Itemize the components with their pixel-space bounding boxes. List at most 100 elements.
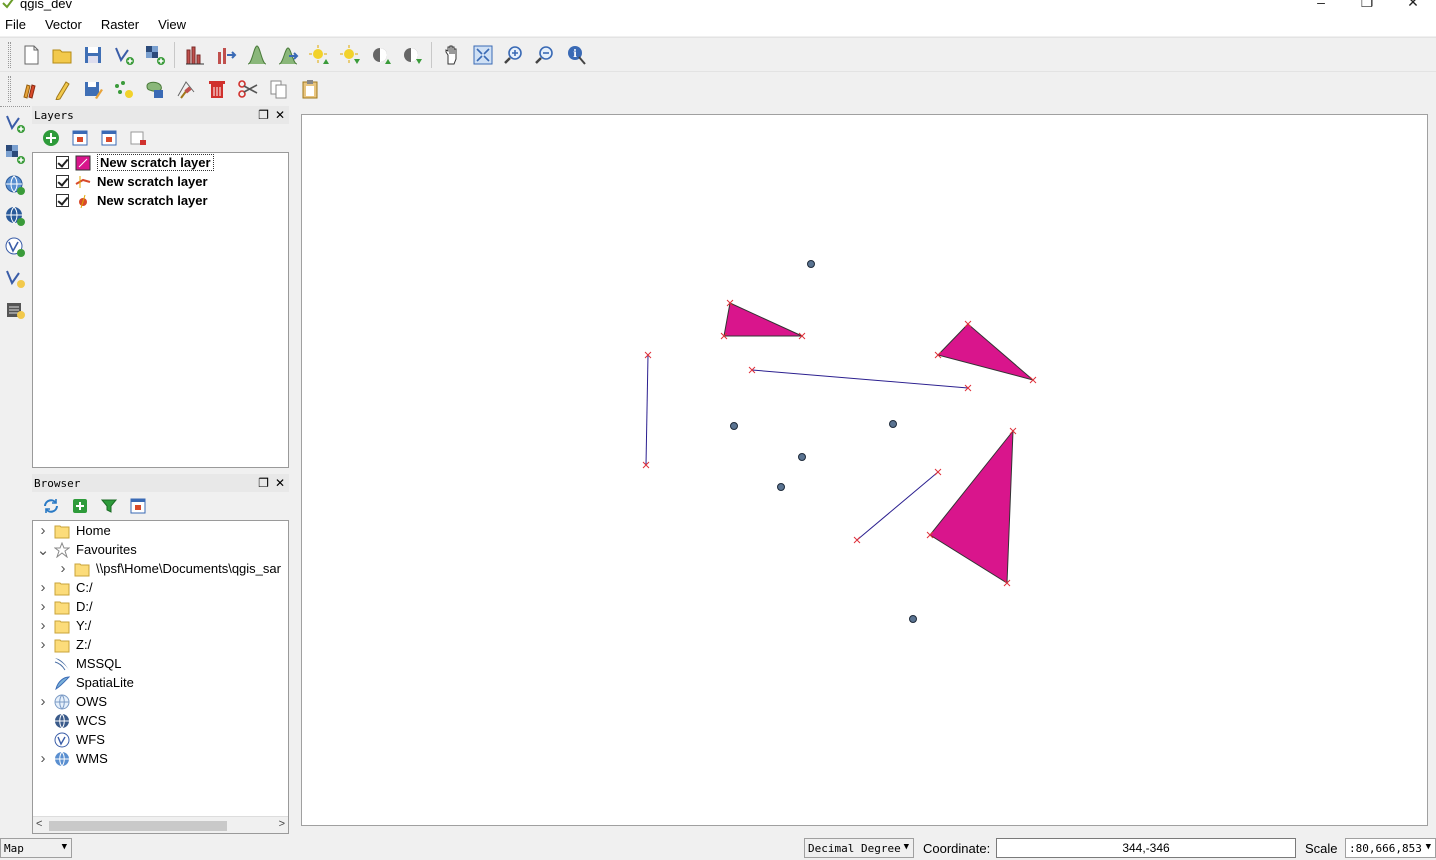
- open-project-button[interactable]: [46, 41, 77, 69]
- horizontal-scrollbar[interactable]: < >: [33, 816, 288, 833]
- layer-visibility-checkbox[interactable]: [56, 194, 69, 207]
- add-vector-layer-button[interactable]: [108, 41, 139, 69]
- chevron-right-icon[interactable]: ›: [35, 522, 51, 539]
- point-feature[interactable]: [798, 453, 806, 461]
- chevron-right-icon[interactable]: ›: [35, 598, 51, 615]
- zoom-in-button[interactable]: [498, 41, 529, 69]
- chevron-right-icon[interactable]: ›: [55, 560, 71, 577]
- contrast-up-button[interactable]: [365, 41, 396, 69]
- float-icon[interactable]: ❐: [258, 108, 269, 122]
- refresh-button[interactable]: [36, 494, 65, 518]
- pan-button[interactable]: [436, 41, 467, 69]
- browser-item[interactable]: › WMS: [33, 749, 288, 768]
- add-delimited-text-button[interactable]: [0, 293, 30, 324]
- save-project-button[interactable]: [77, 41, 108, 69]
- map-svg[interactable]: [302, 115, 1427, 825]
- close-icon[interactable]: ✕: [275, 108, 285, 122]
- layer-visibility-checkbox[interactable]: [56, 156, 69, 169]
- minimize-button[interactable]: –: [1298, 0, 1344, 11]
- browser-item[interactable]: › Home: [33, 521, 288, 540]
- collapse-all-button[interactable]: [94, 126, 123, 150]
- coordinate-format-select[interactable]: Decimal Degree ▼: [804, 838, 914, 858]
- chevron-right-icon[interactable]: ›: [35, 617, 51, 634]
- close-icon[interactable]: ✕: [275, 476, 285, 490]
- browser-item[interactable]: MSSQL: [33, 654, 288, 673]
- layer-item[interactable]: New scratch layer: [33, 172, 288, 191]
- point-feature[interactable]: [909, 615, 917, 623]
- add-selected-layers-button[interactable]: [65, 494, 94, 518]
- layer-visibility-checkbox[interactable]: [56, 175, 69, 188]
- histogram-button-4[interactable]: [272, 41, 303, 69]
- polygon-feature[interactable]: [723, 302, 803, 337]
- paste-features-button[interactable]: [294, 75, 325, 103]
- browser-item[interactable]: › Y:/: [33, 616, 288, 635]
- browser-item[interactable]: › D:/: [33, 597, 288, 616]
- coordinate-field[interactable]: 344,-346: [996, 838, 1296, 858]
- scrollbar-thumb[interactable]: [49, 821, 227, 831]
- menu-file[interactable]: File: [5, 17, 26, 32]
- browser-item[interactable]: › Z:/: [33, 635, 288, 654]
- contrast-down-button[interactable]: [396, 41, 427, 69]
- delete-selected-button[interactable]: [201, 75, 232, 103]
- node-tool-button[interactable]: [170, 75, 201, 103]
- polygon-feature[interactable]: [937, 323, 1034, 381]
- add-raster-layer-side-button[interactable]: [0, 138, 30, 169]
- add-vector-layer-side-button[interactable]: [0, 107, 30, 138]
- line-feature[interactable]: [856, 471, 939, 541]
- histogram-button-3[interactable]: [241, 41, 272, 69]
- add-wfs-layer-button[interactable]: [0, 231, 30, 262]
- chevron-down-icon[interactable]: ⌄: [35, 541, 51, 559]
- menu-vector[interactable]: Vector: [45, 17, 82, 32]
- toolbar-grip[interactable]: [8, 75, 11, 102]
- zoom-out-button[interactable]: [529, 41, 560, 69]
- histogram-button-1[interactable]: [179, 41, 210, 69]
- add-wcs-layer-button[interactable]: [0, 200, 30, 231]
- scale-select[interactable]: :80,666,853 ▼: [1345, 838, 1436, 858]
- browser-item[interactable]: SpatiaLite: [33, 673, 288, 692]
- brightness-up-button[interactable]: [303, 41, 334, 69]
- add-raster-layer-button[interactable]: [139, 41, 170, 69]
- point-feature[interactable]: [889, 420, 897, 428]
- expand-all-button[interactable]: [65, 126, 94, 150]
- toolbar-grip[interactable]: [8, 41, 11, 68]
- scroll-left-icon[interactable]: <: [36, 818, 42, 830]
- browser-item[interactable]: › C:/: [33, 578, 288, 597]
- chevron-right-icon[interactable]: ›: [35, 579, 51, 596]
- line-feature[interactable]: [751, 369, 969, 389]
- brightness-down-button[interactable]: [334, 41, 365, 69]
- menu-raster[interactable]: Raster: [101, 17, 139, 32]
- browser-item[interactable]: WFS: [33, 730, 288, 749]
- layer-item[interactable]: New scratch layer: [33, 153, 288, 172]
- chevron-right-icon[interactable]: ›: [35, 636, 51, 653]
- zoom-full-button[interactable]: [467, 41, 498, 69]
- remove-layer-button[interactable]: [123, 126, 152, 150]
- point-feature[interactable]: [807, 260, 815, 268]
- new-project-button[interactable]: [15, 41, 46, 69]
- scroll-right-icon[interactable]: >: [279, 818, 285, 830]
- point-feature[interactable]: [730, 422, 738, 430]
- copy-features-button[interactable]: [263, 75, 294, 103]
- chevron-right-icon[interactable]: ›: [35, 750, 51, 767]
- browser-item[interactable]: WCS: [33, 711, 288, 730]
- new-shapefile-button[interactable]: [0, 262, 30, 293]
- add-wms-layer-button[interactable]: [0, 169, 30, 200]
- browser-item[interactable]: ⌄ Favourites: [33, 540, 288, 559]
- polygon-feature[interactable]: [929, 429, 1014, 584]
- point-feature[interactable]: [777, 483, 785, 491]
- float-icon[interactable]: ❐: [258, 476, 269, 490]
- close-button[interactable]: ✕: [1390, 0, 1436, 11]
- chevron-right-icon[interactable]: ›: [35, 693, 51, 710]
- map-selector[interactable]: Map ▼: [0, 838, 72, 858]
- map-canvas[interactable]: [301, 114, 1428, 826]
- layer-item[interactable]: New scratch layer: [33, 191, 288, 210]
- line-feature[interactable]: [645, 354, 649, 466]
- add-feature-button[interactable]: [108, 75, 139, 103]
- menu-view[interactable]: View: [158, 17, 186, 32]
- save-edits-button[interactable]: [77, 75, 108, 103]
- browser-item[interactable]: › \\psf\Home\Documents\qgis_sar: [33, 559, 288, 578]
- move-feature-button[interactable]: [139, 75, 170, 103]
- collapse-all-browser-button[interactable]: [123, 494, 152, 518]
- browser-item[interactable]: › OWS: [33, 692, 288, 711]
- maximize-button[interactable]: ❐: [1344, 0, 1390, 11]
- add-group-button[interactable]: [36, 126, 65, 150]
